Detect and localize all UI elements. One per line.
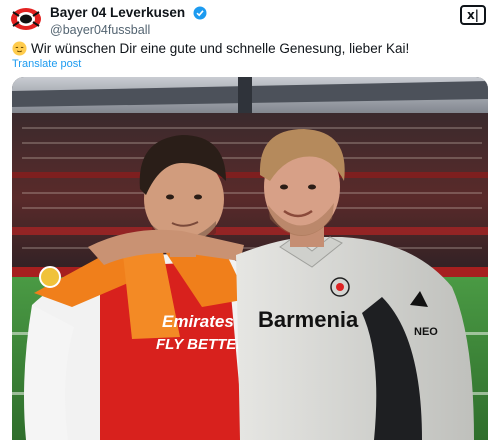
photo-scene: Emirates FLY BETTER Barmenia NEO (12, 77, 488, 440)
tweet-photo[interactable]: Emirates FLY BETTER Barmenia NEO (12, 77, 488, 440)
bayer-crest-icon[interactable] (10, 6, 42, 32)
left-shirt-sponsor-line1: Emirates (162, 312, 234, 331)
display-name[interactable]: Bayer 04 Leverkusen (50, 5, 185, 21)
account-handle[interactable]: @bayer04fussball (50, 22, 207, 38)
right-sleeve-text: NEO (414, 326, 438, 338)
verified-badge-icon (193, 6, 207, 20)
right-shirt-sponsor: Barmenia (258, 307, 359, 332)
grok-icon[interactable]: x| (460, 5, 486, 25)
tweet-text: Wir wünschen Dir eine gute und schnelle … (31, 41, 410, 56)
tweet-text-row: Wir wünschen Dir eine gute und schnelle … (12, 40, 409, 58)
left-shirt-sponsor-line2: FLY BETTER (156, 336, 247, 353)
relieved-face-emoji (12, 41, 27, 56)
tweet-header: Bayer 04 Leverkusen @bayer04fussball x| (10, 2, 490, 38)
translate-post-link[interactable]: Translate post (12, 58, 81, 70)
account-names: Bayer 04 Leverkusen @bayer04fussball (50, 4, 207, 38)
